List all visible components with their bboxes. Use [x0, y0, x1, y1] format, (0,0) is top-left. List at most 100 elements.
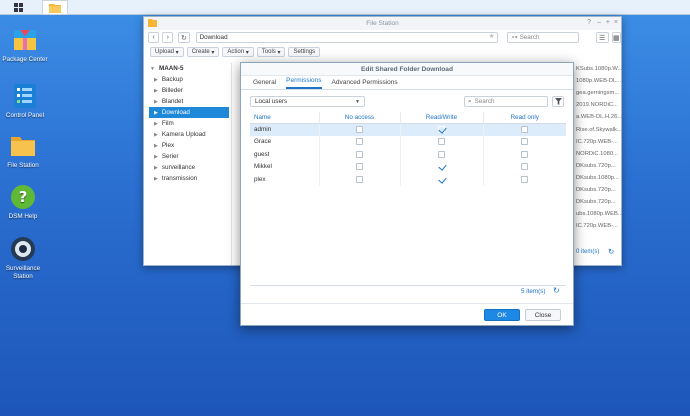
tree-root-label: MAAN-5	[158, 65, 184, 72]
refresh-icon[interactable]: ↻	[608, 247, 614, 256]
tab-permissions[interactable]: Permissions	[286, 77, 322, 89]
refresh-button[interactable]: ↻	[178, 32, 190, 43]
table-row[interactable]: plex	[250, 173, 566, 186]
column-header-read-write[interactable]: Read/Write	[400, 112, 484, 124]
tools-button[interactable]: Tools ▾	[256, 47, 286, 57]
permission-cell	[400, 160, 484, 173]
permission-cell	[483, 161, 566, 174]
tree-item-transmission[interactable]: ▶ transmission	[144, 173, 231, 184]
path-field[interactable]: Download ★	[195, 32, 499, 43]
view-options-button[interactable]: ▦	[611, 32, 621, 43]
read-only-checkbox[interactable]	[521, 125, 529, 133]
read-write-checkbox[interactable]	[438, 175, 445, 183]
desktop-icon-file-station[interactable]: File Station	[0, 132, 46, 170]
navigation-bar: ‹ › ↻ Download ★ ⌕▾ Search ☰ ▦	[144, 30, 621, 45]
file-row[interactable]: 1080p.WEB-DL...	[576, 75, 622, 87]
column-header-no-access[interactable]: No access	[319, 112, 401, 124]
file-row[interactable]: a.WEB-DL.H.26...	[576, 111, 622, 123]
ok-button[interactable]: OK	[484, 309, 520, 321]
desktop-icon-label: Control Panel	[5, 112, 45, 119]
desktop-icon-dsm-help[interactable]: ? DSM Help	[0, 183, 46, 221]
desktop-icon-package-center[interactable]: Package Center	[2, 26, 48, 64]
table-row[interactable]: Mikkel	[250, 160, 566, 174]
tree-item-surveillance[interactable]: ▶ surveillance	[144, 162, 231, 173]
file-row[interactable]: IC.720p.WEB-...	[576, 136, 622, 148]
no-access-checkbox[interactable]	[356, 125, 363, 133]
tree-item-download[interactable]: ▶ Download	[149, 107, 229, 118]
table-row[interactable]: guest	[250, 148, 566, 161]
chevron-right-icon: ▶	[154, 98, 158, 105]
desktop-icon-label: File Station	[7, 162, 39, 169]
read-only-checkbox[interactable]	[521, 150, 529, 158]
minimize-button[interactable]: –	[597, 19, 601, 26]
user-search-input[interactable]: ⌕ Search	[464, 96, 548, 107]
action-button[interactable]: Action ▾	[222, 47, 254, 57]
read-write-checkbox[interactable]	[438, 125, 445, 133]
file-row[interactable]: NORDiC.1080...	[576, 148, 622, 160]
main-menu-button[interactable]	[10, 0, 26, 15]
forward-button[interactable]: ›	[162, 32, 174, 43]
tab-advanced-permissions[interactable]: Advanced Permissions	[332, 79, 398, 89]
tree-item-backup[interactable]: ▶ Backup	[144, 74, 231, 85]
tree-root[interactable]: ▼ MAAN-5	[144, 63, 231, 74]
tree-item-kamera-upload[interactable]: ▶ Kamera Upload	[144, 129, 231, 140]
table-row[interactable]: Grace	[250, 135, 566, 148]
item-count: 5 item(s)	[521, 288, 546, 295]
search-input[interactable]: ⌕▾ Search	[507, 32, 579, 43]
permission-cell	[319, 135, 401, 148]
no-access-checkbox[interactable]	[356, 138, 363, 146]
grid-icon	[13, 3, 23, 12]
maximize-button[interactable]: +	[606, 19, 610, 26]
toolbar: Upload ▾ Create ▾ Action ▾ Tools ▾ Setti…	[144, 45, 621, 59]
edit-shared-folder-dialog: Edit Shared Folder Download General Perm…	[240, 62, 574, 326]
folder-tree: ▼ MAAN-5 ▶ Backup ▶ Billeder ▶ Blandet ▶ Down…	[144, 63, 232, 265]
chevron-down-icon: ▼	[355, 98, 360, 105]
no-access-checkbox[interactable]	[356, 150, 363, 158]
file-row[interactable]: gea.gerningsm...	[576, 87, 622, 99]
help-button[interactable]: ?	[587, 19, 591, 26]
star-icon[interactable]: ★	[489, 33, 495, 40]
tree-item-plex[interactable]: ▶ Plex	[144, 140, 231, 151]
read-only-checkbox[interactable]	[521, 138, 529, 146]
file-row[interactable]: DKsubs.1080p...	[576, 172, 622, 184]
read-write-checkbox[interactable]	[438, 150, 445, 158]
file-row[interactable]: DKsubs.720p...	[576, 196, 622, 208]
desktop-icon-control-panel[interactable]: Control Panel	[2, 82, 48, 120]
no-access-checkbox[interactable]	[356, 175, 363, 183]
read-only-checkbox[interactable]	[521, 163, 529, 171]
view-list-button[interactable]: ☰	[595, 32, 609, 43]
upload-button[interactable]: Upload ▾	[150, 47, 184, 57]
desktop-icon-surveillance-station[interactable]: Surveillance Station	[0, 235, 46, 281]
column-header-read-only[interactable]: Read only	[483, 112, 566, 124]
back-button[interactable]: ‹	[148, 32, 160, 43]
read-write-checkbox[interactable]	[438, 138, 445, 146]
read-write-checkbox[interactable]	[438, 163, 445, 171]
user-type-select[interactable]: Local users ▼	[250, 96, 365, 107]
file-row[interactable]: DKsubs.720p...	[576, 184, 622, 196]
read-only-checkbox[interactable]	[521, 175, 529, 183]
table-row[interactable]: admin	[250, 123, 566, 136]
taskbar-file-station-button[interactable]	[42, 0, 68, 15]
filter-row: Local users ▼ ⌕ Search	[241, 90, 573, 112]
no-access-checkbox[interactable]	[356, 163, 363, 171]
file-row[interactable]: DKsubs.720p...	[576, 160, 622, 172]
settings-button[interactable]: Settings	[288, 47, 321, 57]
tree-item-serier[interactable]: ▶ Serier	[144, 151, 231, 162]
file-row[interactable]: 2019.NORDiC...	[576, 99, 622, 111]
column-header-name[interactable]: Name	[250, 112, 320, 124]
file-row[interactable]: Rise.of.Skywalk...	[576, 123, 622, 135]
close-button[interactable]: Close	[525, 309, 561, 321]
tree-item-film[interactable]: ▶ Film	[144, 118, 231, 129]
create-button[interactable]: Create ▾	[186, 47, 220, 57]
refresh-icon[interactable]: ↻	[553, 286, 560, 295]
upload-label: Upload	[155, 49, 175, 55]
filter-button[interactable]	[552, 96, 564, 107]
tree-item-blandet[interactable]: ▶ Blandet	[144, 96, 231, 107]
tab-general[interactable]: General	[253, 79, 276, 89]
file-row[interactable]: KSubs.1080p.W...	[576, 63, 622, 75]
file-row[interactable]: ubs.1080p.WEB...	[576, 208, 622, 220]
tree-item-billeder[interactable]: ▶ Billeder	[144, 85, 231, 96]
tree-item-label: Film	[161, 120, 174, 127]
close-window-button[interactable]: ×	[614, 19, 618, 26]
file-row[interactable]: IC.720p.WEB-...	[576, 220, 622, 232]
